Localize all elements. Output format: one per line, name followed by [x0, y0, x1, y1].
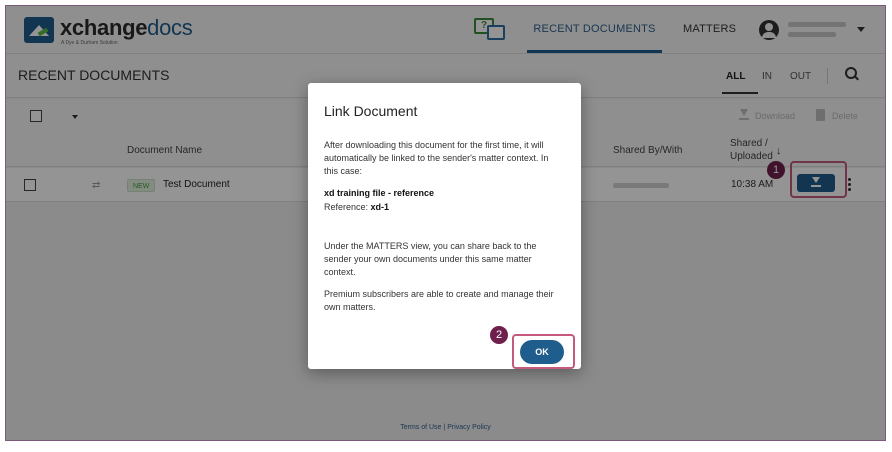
- dialog-intro-text: After downloading this document for the …: [324, 140, 549, 176]
- ok-highlight-outline: [512, 334, 575, 369]
- dialog-title: Link Document: [324, 103, 418, 119]
- step-2-badge: 2: [490, 326, 508, 344]
- app-window: xchangedocs A Dye & Durham Solution ? RE…: [5, 5, 886, 441]
- link-document-dialog: Link Document After downloading this doc…: [308, 83, 581, 369]
- dialog-matters-text: Under the MATTERS view, you can share ba…: [324, 241, 537, 277]
- matter-name: xd training file - reference: [324, 188, 435, 198]
- matter-reference: Reference: xd-1: [324, 202, 390, 212]
- dialog-premium-text: Premium subscribers are able to create a…: [324, 289, 554, 312]
